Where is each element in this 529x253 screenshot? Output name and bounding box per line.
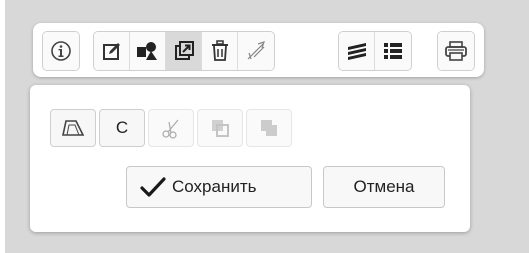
copy-tool-button[interactable] [197, 109, 243, 147]
cancel-button[interactable]: Отмена [323, 166, 445, 208]
shapes-button[interactable] [130, 32, 166, 70]
clear-tool-button[interactable]: C [99, 109, 145, 147]
map-toolbar [33, 23, 484, 77]
union-tool-button[interactable] [246, 109, 292, 147]
edit-tools: C [50, 109, 295, 147]
toolbar-group-edit [93, 31, 275, 71]
scissors-icon [162, 119, 179, 139]
polygon-tool-button[interactable] [50, 109, 96, 147]
edit-panel: C Сохранить Отмена [30, 85, 470, 232]
clear-tool-label: C [115, 118, 129, 137]
checkmark-icon [140, 177, 166, 197]
cancel-button-label: Отмена [353, 177, 415, 196]
trash-icon [211, 40, 228, 61]
delete-button[interactable] [202, 32, 238, 70]
print-icon [445, 41, 467, 61]
info-icon [51, 41, 71, 61]
list-icon [384, 43, 402, 59]
layers-button[interactable] [339, 32, 375, 70]
print-button[interactable] [438, 32, 474, 70]
list-button[interactable] [375, 32, 411, 70]
union-icon [261, 120, 277, 136]
toolbar-group-layers [338, 31, 412, 71]
edit-button[interactable] [94, 32, 130, 70]
toolbar-group-print [437, 31, 475, 71]
save-button-label: Сохранить [172, 177, 257, 196]
info-button[interactable] [43, 32, 79, 70]
layers-icon [347, 43, 366, 60]
shapes-icon [136, 42, 157, 60]
external-link-icon [174, 41, 194, 60]
polygon-icon [62, 120, 85, 136]
toolbar-group-info [42, 31, 80, 71]
external-link-button[interactable] [166, 32, 202, 70]
copy-icon [212, 120, 229, 137]
save-button[interactable]: Сохранить [126, 166, 312, 208]
measure-icon [247, 41, 265, 60]
measure-button[interactable] [238, 32, 274, 70]
edit-icon [102, 43, 120, 60]
cut-tool-button[interactable] [148, 109, 194, 147]
